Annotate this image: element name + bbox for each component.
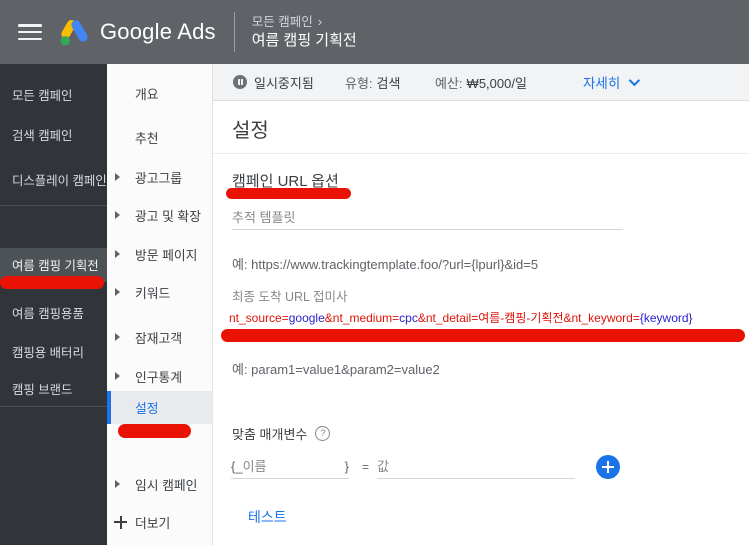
sidebar-item-search-campaigns[interactable]: 검색 캠페인 <box>0 122 107 148</box>
settings-panel: 설정 캠페인 URL 옵션 예: https://www.trackingtem… <box>213 101 749 545</box>
nav-item-demographics[interactable]: 인구통계 <box>107 363 212 389</box>
nav-item-draft-campaigns[interactable]: 임시 캠페인 <box>107 471 212 497</box>
menu-icon[interactable] <box>18 24 42 40</box>
annotation-underline-url-options <box>226 188 351 199</box>
param-name-input[interactable] <box>242 454 345 478</box>
breadcrumb-parent[interactable]: 모든 캠페인 › <box>252 13 357 31</box>
custom-parameters-label-row: 맞춤 매개변수 <box>232 424 331 443</box>
sidebar-item-display-campaigns[interactable]: 디스플레이 캠페인 <box>0 167 107 193</box>
annotation-underline-settings <box>118 424 191 438</box>
annotation-underline-suffix <box>221 329 745 342</box>
custom-parameters-label: 맞춤 매개변수 <box>232 427 308 442</box>
breadcrumb-current: 여름 캠핑 기획전 <box>251 31 357 49</box>
sidebar-item-summer-camping-goods[interactable]: 여름 캠핑용품 <box>0 300 107 326</box>
sidebar-item-camping-battery[interactable]: 캠핑용 배터리 <box>0 339 107 365</box>
sidebar-item-camping-brand[interactable]: 캠핑 브랜드 <box>0 376 107 402</box>
google-ads-logo-icon <box>58 15 90 49</box>
campaign-sidebar: 모든 캠페인 검색 캠페인 디스플레이 캠페인 여름 캠핑 기획전 여름 캠핑용… <box>0 64 107 545</box>
plus-icon <box>114 515 127 529</box>
selected-indicator <box>107 391 111 424</box>
expand-arrow-icon[interactable] <box>115 333 120 341</box>
annotation-underline-campaign <box>0 276 104 289</box>
expand-arrow-icon[interactable] <box>115 173 120 181</box>
details-button[interactable]: 자세히 <box>583 64 641 100</box>
sidebar-divider <box>0 205 107 206</box>
final-url-suffix-input[interactable]: nt_source=google&nt_medium=cpc&nt_detail… <box>229 309 747 326</box>
nav-item-recommendations[interactable]: 추천 <box>107 124 212 150</box>
campaign-nav: 개요 추천 광고그룹 광고 및 확장 방문 페이지 키워드 잠재고객 인구통계 … <box>107 64 213 545</box>
test-link[interactable]: 테스트 <box>248 507 287 527</box>
campaign-status-bar: 일시중지됨 유형: 검색 예산: ₩5,000/일 자세히 <box>213 64 749 101</box>
app-header: Google Ads 모든 캠페인 › 여름 캠핑 기획전 <box>0 0 749 64</box>
nav-item-ads-extensions[interactable]: 광고 및 확장 <box>107 202 212 228</box>
final-url-suffix-label: 최종 도착 URL 접미사 <box>232 290 348 304</box>
final-url-suffix-example: 예: param1=value1&param2=value2 <box>232 362 440 377</box>
product-name: Google Ads <box>100 19 216 44</box>
campaign-type: 유형: 검색 <box>345 75 401 91</box>
chevron-down-icon <box>629 74 641 87</box>
nav-item-overview[interactable]: 개요 <box>107 80 212 106</box>
nav-item-more[interactable]: 더보기 <box>107 509 212 535</box>
tracking-template-input[interactable] <box>232 205 623 230</box>
page-title: 설정 <box>232 120 269 142</box>
nav-item-keywords[interactable]: 키워드 <box>107 279 212 305</box>
expand-arrow-icon[interactable] <box>115 250 120 258</box>
status-text: 일시중지됨 <box>254 75 314 91</box>
divider <box>213 153 749 154</box>
expand-arrow-icon[interactable] <box>115 211 120 219</box>
param-name-suffix: } <box>344 459 349 474</box>
add-parameter-button[interactable] <box>596 455 620 479</box>
expand-arrow-icon[interactable] <box>115 372 120 380</box>
help-icon[interactable] <box>315 426 331 441</box>
param-value-field[interactable] <box>377 453 576 479</box>
param-name-field[interactable]: {_ } <box>231 453 349 479</box>
tracking-template-example: 예: https://www.trackingtemplate.foo/?url… <box>232 257 539 272</box>
nav-item-settings[interactable]: 설정 <box>107 391 212 424</box>
equals-sign: = <box>362 460 370 474</box>
expand-arrow-icon[interactable] <box>115 480 120 488</box>
sidebar-divider <box>0 406 107 407</box>
custom-parameter-row: {_ } = <box>231 453 576 479</box>
google-ads-app: Google Ads 모든 캠페인 › 여름 캠핑 기획전 모든 캠페인 검색 캠… <box>0 0 749 545</box>
header-divider <box>233 12 235 52</box>
breadcrumb: 모든 캠페인 › 여름 캠핑 기획전 <box>252 13 357 51</box>
paused-icon <box>233 75 247 89</box>
campaign-budget: 예산: ₩5,000/일 <box>435 75 527 91</box>
nav-item-audiences[interactable]: 잠재고객 <box>107 324 212 350</box>
nav-item-landing-pages[interactable]: 방문 페이지 <box>107 241 212 267</box>
param-name-prefix: {_ <box>231 459 243 474</box>
campaign-status-chip[interactable]: 일시중지됨 <box>233 64 314 100</box>
sidebar-item-all-campaigns[interactable]: 모든 캠페인 <box>0 82 107 108</box>
expand-arrow-icon[interactable] <box>115 288 120 296</box>
breadcrumb-chevron-icon: › <box>317 13 323 29</box>
nav-item-ad-groups[interactable]: 광고그룹 <box>107 164 212 190</box>
param-value-input[interactable] <box>377 454 576 478</box>
